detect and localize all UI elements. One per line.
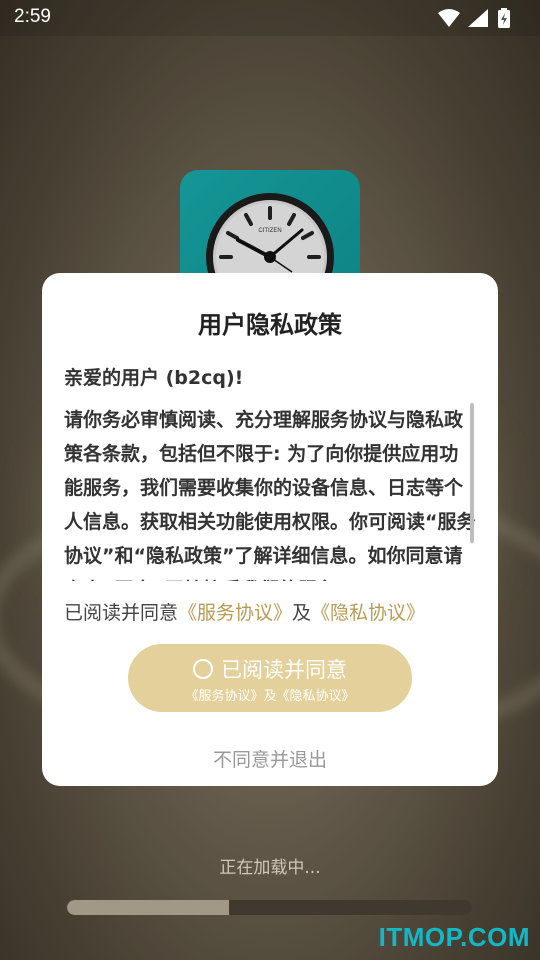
agree-button-label: 已阅读并同意 (221, 658, 347, 682)
loading-text: 正在加载中... (219, 858, 321, 878)
loading-progress-fill (67, 900, 229, 915)
radio-circle-icon (193, 659, 213, 679)
policy-scrollbar[interactable] (470, 403, 474, 543)
wifi-icon (438, 9, 460, 27)
agree-button-sublabel: 《服务协议》及《隐私协议》 (185, 689, 355, 704)
privacy-agreement-link[interactable]: 《隐私协议》 (311, 602, 425, 624)
splash-screen: 2:59 CITIZEN 用户隐私政策 亲爱的用户 (b2cq)! 请你务必审慎… (0, 0, 540, 960)
policy-body-text: 请你务必审慎阅读、充分理解服务协议与隐私政策各条款，包括但不限于: 为了向你提供… (64, 409, 476, 581)
disagree-exit-button[interactable]: 不同意并退出 (42, 745, 498, 772)
service-agreement-link[interactable]: 《服务协议》 (178, 602, 292, 624)
policy-text-scroll-area[interactable]: 请你务必审慎阅读、充分理解服务协议与隐私政策各条款，包括但不限于: 为了向你提供… (64, 403, 476, 581)
agree-button[interactable]: 已阅读并同意 《服务协议》及《隐私协议》 (128, 644, 412, 712)
watermark-logo: ITMOP.COM (378, 922, 530, 952)
status-bar: 2:59 (0, 0, 540, 36)
status-icons (438, 8, 510, 28)
agreement-prefix: 已阅读并同意 (64, 602, 179, 624)
signal-icon (468, 9, 488, 27)
dialog-greeting: 亲爱的用户 (b2cq)! (64, 367, 244, 389)
battery-charging-icon (498, 8, 510, 28)
loading-progress-bar (67, 900, 472, 915)
agreement-line: 已阅读并同意《服务协议》及《隐私协议》 (64, 598, 425, 625)
status-time: 2:59 (14, 6, 51, 27)
privacy-policy-dialog: 用户隐私政策 亲爱的用户 (b2cq)! 请你务必审慎阅读、充分理解服务协议与隐… (42, 273, 498, 786)
agree-button-main: 已阅读并同意 (128, 654, 412, 684)
agreement-conjunction: 及 (292, 602, 312, 624)
dialog-title: 用户隐私政策 (198, 311, 342, 339)
